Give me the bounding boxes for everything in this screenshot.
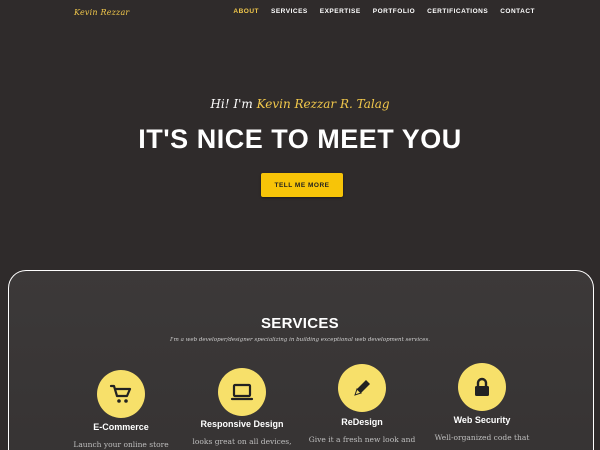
service-name-ecommerce: E-Commerce: [93, 422, 149, 432]
service-name-web-security: Web Security: [453, 415, 511, 425]
service-desc-ecommerce: Launch your online store: [73, 440, 169, 449]
lock-icon: [458, 363, 506, 411]
nav-item-certifications[interactable]: CERTIFICATIONS: [427, 8, 488, 15]
service-name-responsive-design: Responsive Design: [200, 419, 284, 429]
pencil-icon: [338, 364, 386, 412]
shopping-cart-icon: [97, 370, 145, 418]
services-subtitle: I'm a web developer/designer specializin…: [169, 337, 431, 343]
brand-logo[interactable]: Kevin Rezzar: [74, 8, 129, 17]
service-desc-redesign: Give it a fresh new look and: [308, 435, 416, 444]
service-desc-responsive-design: looks great on all devices,: [192, 437, 292, 446]
navbar: Kevin Rezzar ABOUT SERVICES EXPERTISE PO…: [0, 0, 600, 28]
tell-me-more-button[interactable]: TELL ME MORE: [261, 173, 343, 197]
service-desc-web-security: Well-organized code that: [434, 433, 530, 442]
nav-links: ABOUT SERVICES EXPERTISE PORTFOLIO CERTI…: [233, 8, 535, 15]
nav-item-contact[interactable]: CONTACT: [500, 8, 535, 15]
hero-title: IT'S NICE TO MEET YOU: [138, 124, 462, 154]
greeting-prefix: Hi! I'm: [210, 97, 257, 111]
services-title: SERVICES: [261, 315, 339, 332]
nav-item-expertise[interactable]: EXPERTISE: [320, 8, 361, 15]
greeting-name: Kevin Rezzar R. Talag: [256, 97, 390, 111]
hero-greeting: Hi! I'm Kevin Rezzar R. Talag: [0, 97, 600, 111]
nav-item-portfolio[interactable]: PORTFOLIO: [373, 8, 415, 15]
laptop-icon: [218, 368, 266, 416]
service-name-redesign: ReDesign: [341, 417, 383, 427]
nav-item-about[interactable]: ABOUT: [233, 8, 259, 15]
nav-item-services[interactable]: SERVICES: [271, 8, 308, 15]
